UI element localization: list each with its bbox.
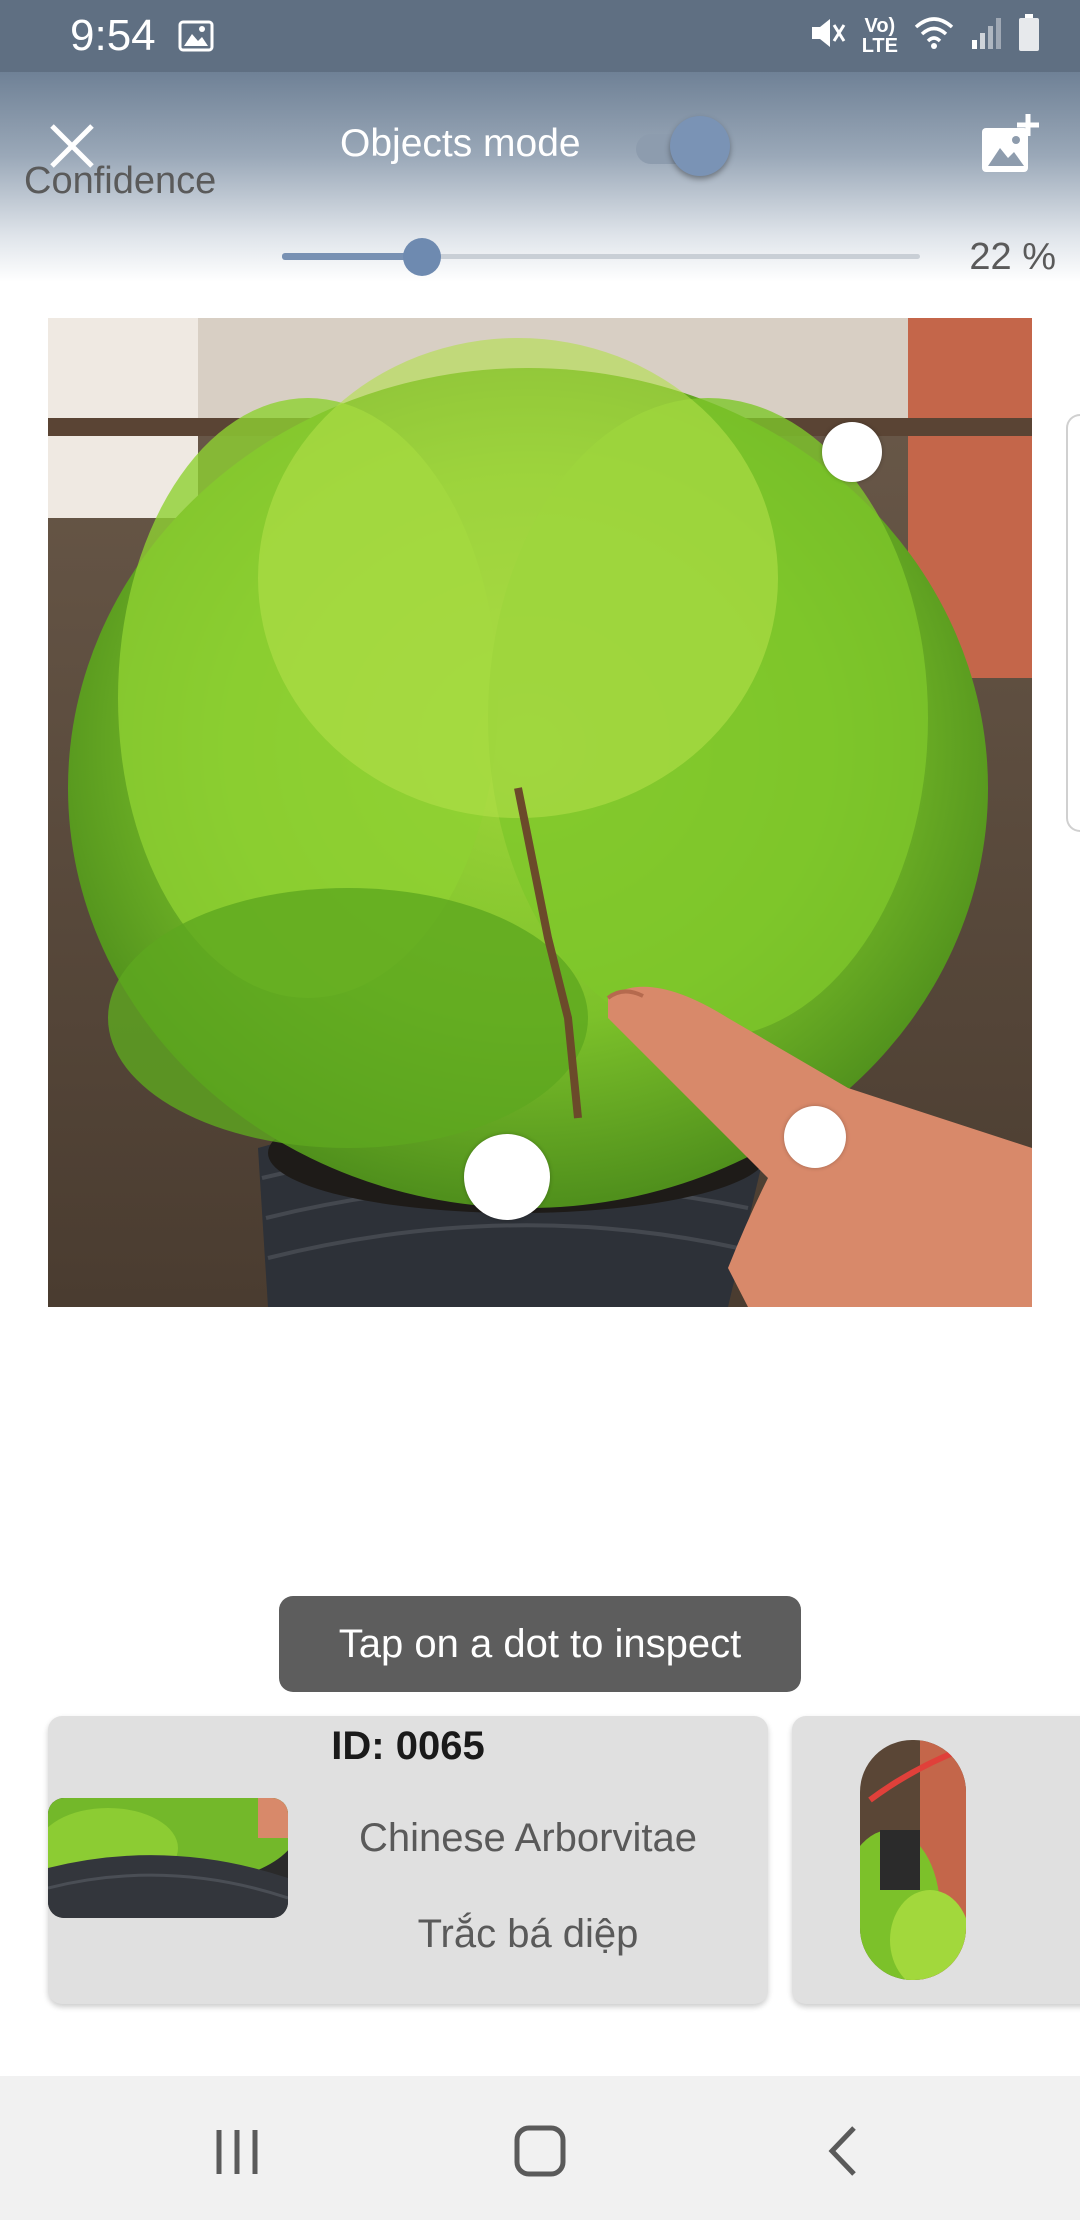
status-icons: Vo) LTE xyxy=(808,14,1040,57)
detection-dot[interactable] xyxy=(822,422,882,482)
hint-toast: Tap on a dot to inspect xyxy=(279,1596,801,1692)
gallery-icon xyxy=(178,20,214,57)
signal-icon xyxy=(970,16,1004,55)
confidence-value: 22 % xyxy=(969,236,1056,278)
status-time: 9:54 xyxy=(70,11,156,60)
volte-bottom-label: LTE xyxy=(861,34,898,57)
mode-label: Objects mode xyxy=(340,122,581,165)
confidence-label: Confidence xyxy=(24,160,217,202)
recents-icon xyxy=(216,2130,258,2174)
wifi-icon xyxy=(912,15,956,56)
common-name-vi: Trắc bá diệp xyxy=(417,1912,639,1956)
home-button[interactable] xyxy=(505,2116,575,2186)
detection-dot[interactable] xyxy=(464,1134,550,1220)
system-nav-bar xyxy=(0,2076,1080,2220)
slider-fill xyxy=(282,253,423,260)
confidence-slider[interactable] xyxy=(282,238,920,278)
result-card[interactable]: ID: 0065 Chinese Arborvitae Trắc bá diệp xyxy=(48,1716,768,2004)
back-button[interactable] xyxy=(808,2116,878,2186)
card-id: ID: 0065 xyxy=(331,1724,485,1768)
recents-button[interactable] xyxy=(202,2116,272,2186)
card-thumbnail xyxy=(48,1798,288,1918)
add-image-button[interactable] xyxy=(978,112,1042,176)
volte-icon: Vo) LTE xyxy=(862,16,898,56)
battery-icon xyxy=(1018,14,1040,57)
slider-thumb[interactable] xyxy=(403,238,442,276)
mute-icon xyxy=(808,15,848,56)
side-panel-handle[interactable] xyxy=(1066,414,1080,832)
home-icon xyxy=(514,2125,566,2177)
screen: 9:54 Vo) LTE Objects mode Confidence 22 … xyxy=(0,0,1080,2220)
status-bar: 9:54 Vo) LTE xyxy=(0,0,1080,72)
back-icon xyxy=(828,2126,856,2176)
hint-text: Tap on a dot to inspect xyxy=(338,1621,742,1666)
card-thumbnail xyxy=(860,1740,966,1980)
result-card[interactable] xyxy=(792,1716,1080,2004)
objects-mode-toggle[interactable] xyxy=(636,116,732,180)
add-photo-icon xyxy=(982,114,1039,172)
volte-top-label: Vo) xyxy=(864,14,896,37)
toggle-thumb xyxy=(670,116,730,176)
detection-dot[interactable] xyxy=(784,1106,846,1168)
plant-photo xyxy=(48,318,1032,1307)
common-name-en: Chinese Arborvitae xyxy=(359,1816,697,1860)
